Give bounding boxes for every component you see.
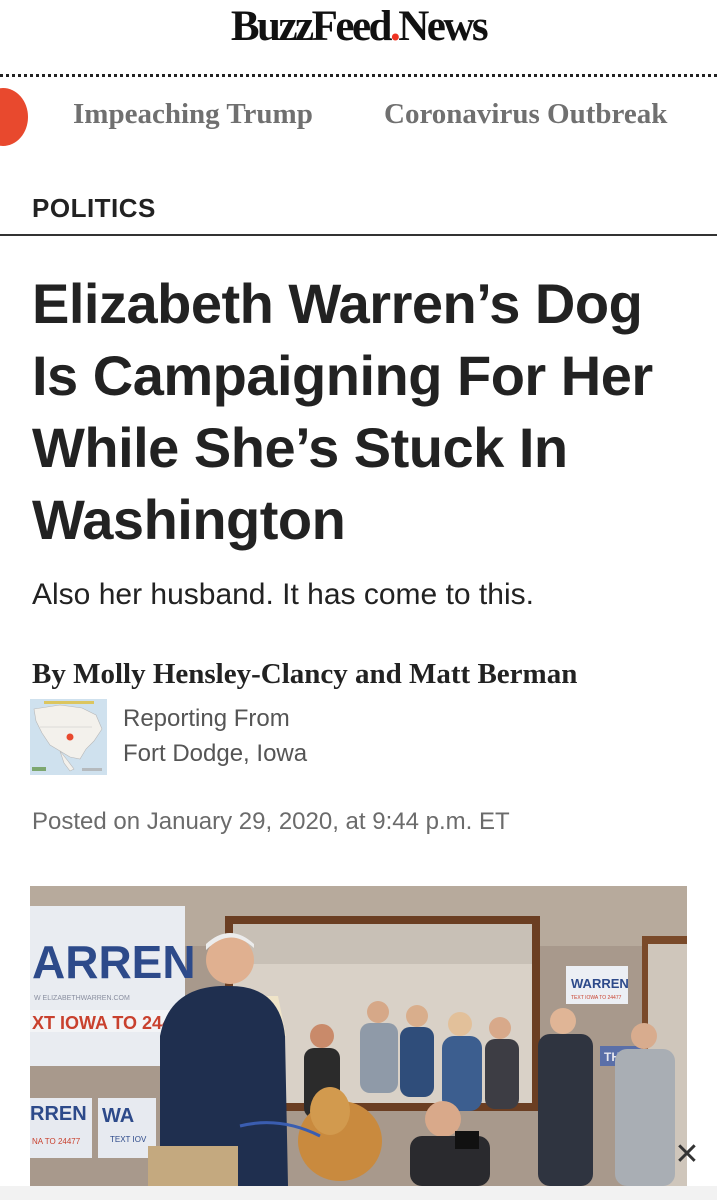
sign-rren: RREN <box>30 1103 87 1125</box>
sign-warren-small: WARREN <box>571 976 629 991</box>
category-label[interactable]: POLITICS <box>32 193 156 224</box>
sign-text-iowa: XT IOWA TO 2447 <box>32 1013 182 1033</box>
bottom-strip <box>0 1186 717 1200</box>
article-lead-image[interactable]: ARREN W ELIZABETHWARREN.COM XT IOWA TO 2… <box>30 886 687 1186</box>
reporting-from-label: Reporting From <box>123 705 290 732</box>
article-headline: Elizabeth Warren’s Dog Is Campaigning Fo… <box>32 272 653 551</box>
article-dek: Also her husband. It has come to this. <box>32 578 534 611</box>
nav-divider <box>0 234 717 236</box>
article-timestamp: Posted on January 29, 2020, at 9:44 p.m.… <box>32 808 510 835</box>
map-pin-icon <box>66 733 74 741</box>
close-icon[interactable]: ✕ <box>672 1140 702 1170</box>
buzzfeed-news-logo[interactable]: BuzzFeed.News <box>0 2 717 51</box>
logo-news: News <box>398 3 488 50</box>
map-thumbnail[interactable] <box>30 699 107 775</box>
masthead-divider <box>0 74 717 77</box>
nav-item-coronavirus-outbreak[interactable]: Coronavirus Outbreak <box>384 98 667 131</box>
logo-buzzfeed: BuzzFeed <box>230 3 393 50</box>
sign-wa: WA <box>102 1105 134 1127</box>
nav-item-impeaching-trump[interactable]: Impeaching Trump <box>73 98 313 131</box>
sign-text-iowa-small: TEXT IOWA TO 24477 <box>571 995 622 1001</box>
reporting-location: Fort Dodge, Iowa <box>123 740 308 767</box>
sign-warren-large: ARREN <box>32 936 196 988</box>
logo-dot: . <box>389 3 401 50</box>
topic-nav: Impeaching Trump Coronavirus Outbreak <box>0 80 717 236</box>
article-byline[interactable]: By Molly Hensley-Clancy and Matt Berman <box>32 658 577 691</box>
sign-website: W ELIZABETHWARREN.COM <box>34 995 130 1002</box>
masthead: BuzzFeed.News <box>0 0 717 77</box>
sign-text-sub: NA TO 24477 <box>32 1137 81 1146</box>
nav-badge-icon[interactable] <box>0 88 28 146</box>
sign-text-io: TEXT IOV <box>110 1135 147 1144</box>
